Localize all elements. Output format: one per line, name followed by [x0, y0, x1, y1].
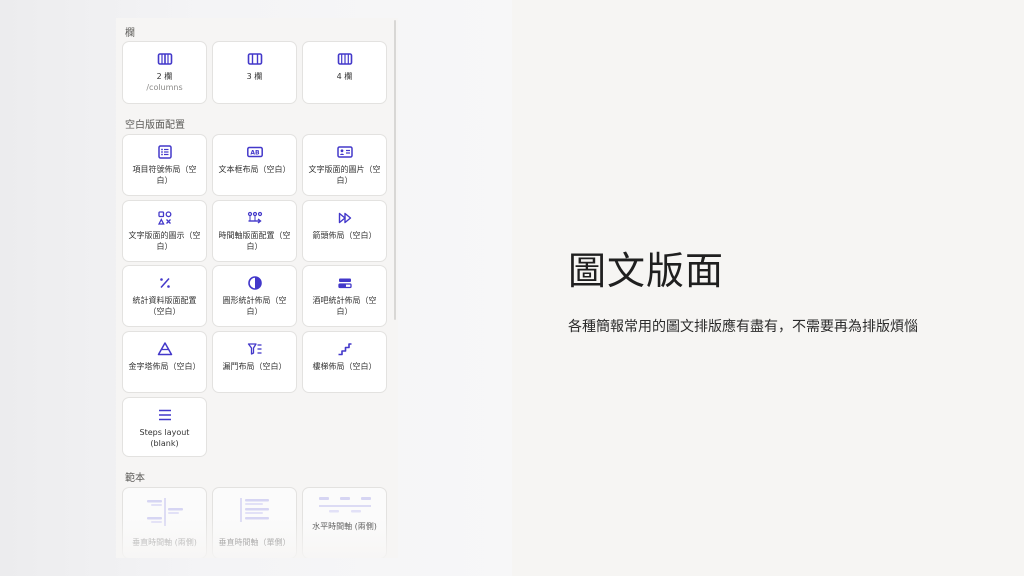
card-4-columns[interactable]: 4 欄: [302, 41, 387, 104]
card-stairs-layout[interactable]: 樓梯佈局（空白）: [302, 331, 387, 393]
panel-scrollbar[interactable]: [394, 20, 396, 320]
columns-icon: [337, 53, 352, 65]
pie-icon: [247, 276, 262, 290]
card-text-image-layout[interactable]: 文字版面的圖片（空白）: [302, 134, 387, 196]
bullet-list-icon: [157, 145, 172, 159]
card-label: 統計資料版面配置（空白）: [132, 296, 197, 316]
card-label: 酒吧統計佈局（空白）: [312, 296, 377, 316]
card-funnel-layout[interactable]: 漏鬥布局（空白）: [212, 331, 297, 393]
card-label: Steps layout (blank): [139, 428, 190, 448]
card-label: 樓梯佈局（空白）: [312, 362, 377, 371]
columns-icon: [157, 53, 172, 65]
card-sublabel: /columns: [146, 82, 183, 92]
slide-title: 圖文版面: [568, 249, 725, 293]
pyramid-icon: [157, 342, 172, 356]
icon-grid-icon: [157, 211, 171, 225]
card-label: 文字版面的圖示（空白）: [128, 231, 201, 251]
card-bullet-layout[interactable]: 項目符號佈局（空白）: [122, 134, 207, 196]
card-stats-layout[interactable]: 統計資料版面配置（空白）: [122, 265, 207, 327]
card-timeline-layout[interactable]: 時間軸版面配置（空白）: [212, 200, 297, 262]
card-label: 時間軸版面配置（空白）: [218, 231, 291, 251]
timeline-icon: [247, 211, 262, 224]
arrows-icon: [338, 212, 351, 224]
timeline-thumbnail-icon: [240, 498, 269, 522]
template-vertical-timeline-two-sided[interactable]: 垂直時間軸 (兩側): [122, 487, 207, 558]
svg-text:AB: AB: [250, 150, 260, 157]
stairs-icon: [338, 343, 351, 356]
card-label: 3 欄: [246, 72, 263, 81]
funnel-icon: [247, 343, 261, 355]
layout-panel: 欄 2 欄 /columns 3 欄 4 欄 空白版面配置 項目符號佈局（空白）…: [116, 18, 398, 558]
card-label: 金字塔佈局（空白）: [128, 362, 201, 371]
card-label: 4 欄: [336, 72, 353, 81]
card-label: 項目符號佈局（空白）: [132, 165, 197, 185]
card-label: 垂直時間軸（單側）: [218, 537, 291, 547]
steps-icon: [158, 409, 171, 421]
card-2-columns[interactable]: 2 欄 /columns: [122, 41, 207, 104]
card-label: 箭頭佈局（空白）: [312, 231, 377, 240]
card-arrows-layout[interactable]: 箭頭佈局（空白）: [302, 200, 387, 262]
section-label-templates: 範本: [125, 473, 145, 484]
card-textbox-layout[interactable]: AB 文本框布局（空白）: [212, 134, 297, 196]
image-card-icon: [336, 146, 353, 158]
timeline-thumbnail-icon: [319, 497, 371, 513]
card-label: 垂直時間軸 (兩側): [132, 537, 197, 547]
section-label-columns: 欄: [125, 28, 135, 39]
section-label-blank-layouts: 空白版面配置: [125, 120, 185, 131]
card-circle-stats-layout[interactable]: 圓形統計佈局（空白）: [212, 265, 297, 327]
timeline-thumbnail-icon: [147, 498, 183, 526]
percent-icon: [159, 278, 170, 288]
card-label: 2 欄: [156, 72, 173, 81]
card-text-icon-layout[interactable]: 文字版面的圖示（空白）: [122, 200, 207, 262]
columns-icon: [247, 53, 262, 65]
template-vertical-timeline-one-sided[interactable]: 垂直時間軸（單側）: [212, 487, 297, 558]
card-3-columns[interactable]: 3 欄: [212, 41, 297, 104]
card-pyramid-layout[interactable]: 金字塔佈局（空白）: [122, 331, 207, 393]
template-horizontal-timeline[interactable]: 水平時間軸 (兩側): [302, 487, 387, 558]
card-label: 水平時間軸 (兩側): [312, 522, 377, 531]
card-label: 文字版面的圖片（空白）: [308, 165, 381, 185]
card-bar-stats-layout[interactable]: 酒吧統計佈局（空白）: [302, 265, 387, 327]
card-label: 漏鬥布局（空白）: [222, 362, 287, 371]
card-label: 圓形統計佈局（空白）: [222, 296, 287, 316]
bars-icon: [337, 278, 352, 289]
textbox-ab-icon: AB: [246, 146, 263, 158]
card-label: 文本框布局（空白）: [218, 165, 291, 174]
slide-subtitle: 各種簡報常用的圖文排版應有盡有，不需要再為排版煩惱: [568, 319, 918, 335]
card-steps-layout[interactable]: Steps layout (blank): [122, 397, 207, 457]
